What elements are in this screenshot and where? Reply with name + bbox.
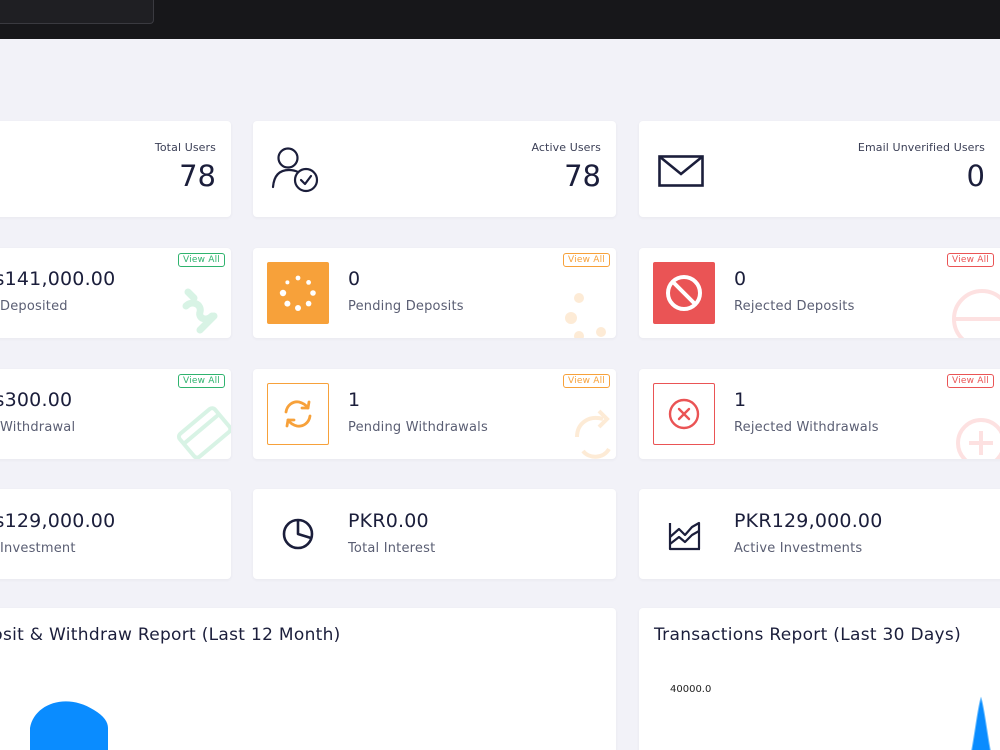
email-unverified-label: Email Unverified Users [857, 141, 985, 154]
pie-chart-icon [282, 518, 314, 550]
y-axis-tick: 40000.0 [670, 684, 712, 695]
pending-withdrawals-value: 1 [348, 389, 361, 411]
active-investments-label: Active Investments [734, 541, 863, 556]
circle-plus-bg-icon [956, 418, 1000, 459]
investment-value: ₨129,000.00 [0, 510, 116, 532]
rejected-deposits-label: Rejected Deposits [734, 299, 855, 314]
refresh-icon [284, 400, 312, 428]
active-users-card[interactable]: Active Users 78 [253, 121, 616, 217]
active-users-value: 78 [564, 159, 601, 193]
refresh-bg-icon [575, 409, 611, 459]
rejected-withdrawals-value: 1 [734, 389, 747, 411]
deposit-withdraw-report-card: Deposit & Withdraw Report (Last 12 Month… [0, 608, 616, 750]
total-users-label: Total Users [154, 141, 216, 154]
investment-label: Investment [0, 541, 76, 556]
rejected-withdrawals-view-all-button[interactable]: View All [947, 374, 994, 388]
pending-deposits-icon-box [267, 262, 329, 324]
rejected-deposits-card[interactable]: View All 0 Rejected Deposits [639, 248, 1000, 338]
deposit-withdraw-chart [30, 701, 108, 750]
deposited-card[interactable]: View All ₨141,000.00 Deposited [0, 248, 231, 338]
total-interest-card[interactable]: PKR0.00 Total Interest [253, 489, 616, 579]
active-users-label: Active Users [531, 141, 601, 154]
deposit-withdraw-report-title: Deposit & Withdraw Report (Last 12 Month… [0, 625, 341, 645]
transactions-chart [971, 696, 991, 750]
x-circle-icon [668, 398, 700, 430]
email-unverified-card[interactable]: Email Unverified Users 0 [639, 121, 1000, 217]
transactions-report-title: Transactions Report (Last 30 Days) [654, 625, 962, 645]
withdrawal-card[interactable]: View All ₨300.00 Withdrawal [0, 369, 231, 459]
withdrawal-value: ₨300.00 [0, 389, 73, 411]
pending-withdrawals-icon-box [267, 383, 329, 445]
email-unverified-value: 0 [966, 159, 985, 193]
area-chart-icon [668, 521, 701, 551]
ban-icon [666, 275, 702, 311]
spinner-bg-icon [565, 293, 606, 338]
pending-withdrawals-view-all-button[interactable]: View All [563, 374, 610, 388]
search-box[interactable] [0, 0, 154, 24]
envelope-icon [658, 155, 704, 187]
rejected-deposits-icon-box [653, 262, 715, 324]
pending-deposits-card[interactable]: View All 0 Pending Deposits [253, 248, 616, 338]
pending-deposits-value: 0 [348, 268, 361, 290]
total-users-card[interactable]: Total Users 78 [0, 121, 231, 217]
withdrawal-label: Withdrawal [0, 420, 76, 435]
top-navbar [0, 0, 1000, 39]
spinner-icon [279, 275, 316, 311]
ban-bg-icon [952, 289, 1000, 338]
dollar-icon [182, 288, 218, 334]
deposited-view-all-button[interactable]: View All [178, 253, 225, 267]
total-users-value: 78 [179, 159, 216, 193]
pending-withdrawals-label: Pending Withdrawals [348, 420, 488, 435]
rejected-withdrawals-icon-box [653, 383, 715, 445]
pending-withdrawals-card[interactable]: View All 1 Pending Withdrawals [253, 369, 616, 459]
rejected-deposits-view-all-button[interactable]: View All [947, 253, 994, 267]
withdrawal-view-all-button[interactable]: View All [178, 374, 225, 388]
credit-card-icon [176, 406, 231, 459]
deposited-label: Deposited [0, 299, 68, 314]
active-investments-value: PKR129,000.00 [734, 510, 883, 532]
investment-card[interactable]: ₨129,000.00 Investment [0, 489, 231, 579]
rejected-withdrawals-label: Rejected Withdrawals [734, 420, 879, 435]
active-investments-card[interactable]: PKR129,000.00 Active Investments [639, 489, 1000, 579]
transactions-report-card: Transactions Report (Last 30 Days) 40000… [639, 608, 1000, 750]
rejected-withdrawals-card[interactable]: View All 1 Rejected Withdrawals [639, 369, 1000, 459]
rejected-deposits-value: 0 [734, 268, 747, 290]
total-interest-value: PKR0.00 [348, 510, 429, 532]
pending-deposits-view-all-button[interactable]: View All [563, 253, 610, 267]
pending-deposits-label: Pending Deposits [348, 299, 464, 314]
user-check-icon [271, 147, 319, 193]
total-interest-label: Total Interest [348, 541, 436, 556]
deposited-value: ₨141,000.00 [0, 268, 116, 290]
